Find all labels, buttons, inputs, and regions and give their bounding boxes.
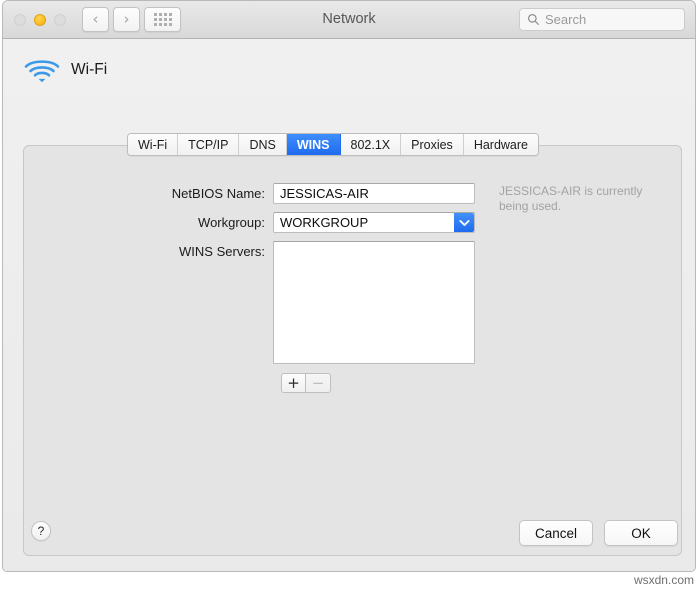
- remove-server-button: −: [306, 373, 331, 393]
- window-titlebar: ‹ › Network Search: [3, 1, 695, 39]
- workgroup-input[interactable]: [273, 212, 475, 233]
- tab-dns[interactable]: DNS: [239, 134, 287, 155]
- wins-servers-label: WINS Servers:: [179, 244, 265, 259]
- tab-wins[interactable]: WINS: [286, 134, 341, 155]
- preferences-body: Wi-Fi Wi-Fi TCP/IP DNS WINS 802.1X Proxi…: [3, 39, 695, 571]
- search-icon: [528, 14, 539, 25]
- workgroup-row: Workgroup:: [163, 212, 475, 233]
- tab-8021x[interactable]: 802.1X: [340, 134, 402, 155]
- workgroup-combobox[interactable]: [273, 212, 475, 233]
- tab-wifi[interactable]: Wi-Fi: [128, 134, 179, 155]
- workgroup-label: Workgroup:: [198, 215, 265, 230]
- tab-proxies[interactable]: Proxies: [401, 134, 464, 155]
- wins-servers-row: WINS Servers:: [163, 241, 475, 364]
- watermark: wsxdn.com: [633, 573, 694, 587]
- add-remove-buttons: + −: [281, 373, 331, 393]
- dialog-buttons: Cancel OK: [519, 520, 678, 546]
- search-placeholder: Search: [545, 12, 587, 27]
- network-preferences-window: ‹ › Network Search Wi-Fi Wi-Fi TCP/IP DN…: [2, 0, 696, 572]
- chevron-down-icon: [458, 219, 470, 226]
- netbios-name-input[interactable]: [273, 183, 475, 204]
- service-header: Wi-Fi: [23, 55, 107, 85]
- help-button[interactable]: ?: [31, 521, 51, 541]
- tab-tcpip[interactable]: TCP/IP: [178, 134, 240, 155]
- tab-hardware[interactable]: Hardware: [463, 134, 538, 155]
- cancel-button[interactable]: Cancel: [519, 520, 593, 546]
- service-name-label: Wi-Fi: [71, 61, 108, 78]
- netbios-row: NetBIOS Name:: [163, 183, 475, 204]
- netbios-helper-text: JESSICAS-AIR is currently being used.: [499, 184, 643, 213]
- workgroup-dropdown-button[interactable]: [454, 213, 474, 232]
- search-input[interactable]: Search: [519, 8, 685, 31]
- ok-button[interactable]: OK: [604, 520, 678, 546]
- wifi-icon: [24, 60, 60, 83]
- wins-servers-listbox[interactable]: [273, 241, 475, 364]
- add-server-button[interactable]: +: [281, 373, 306, 393]
- tab-bar: Wi-Fi TCP/IP DNS WINS 802.1X Proxies Har…: [127, 133, 539, 156]
- netbios-label: NetBIOS Name:: [171, 186, 265, 201]
